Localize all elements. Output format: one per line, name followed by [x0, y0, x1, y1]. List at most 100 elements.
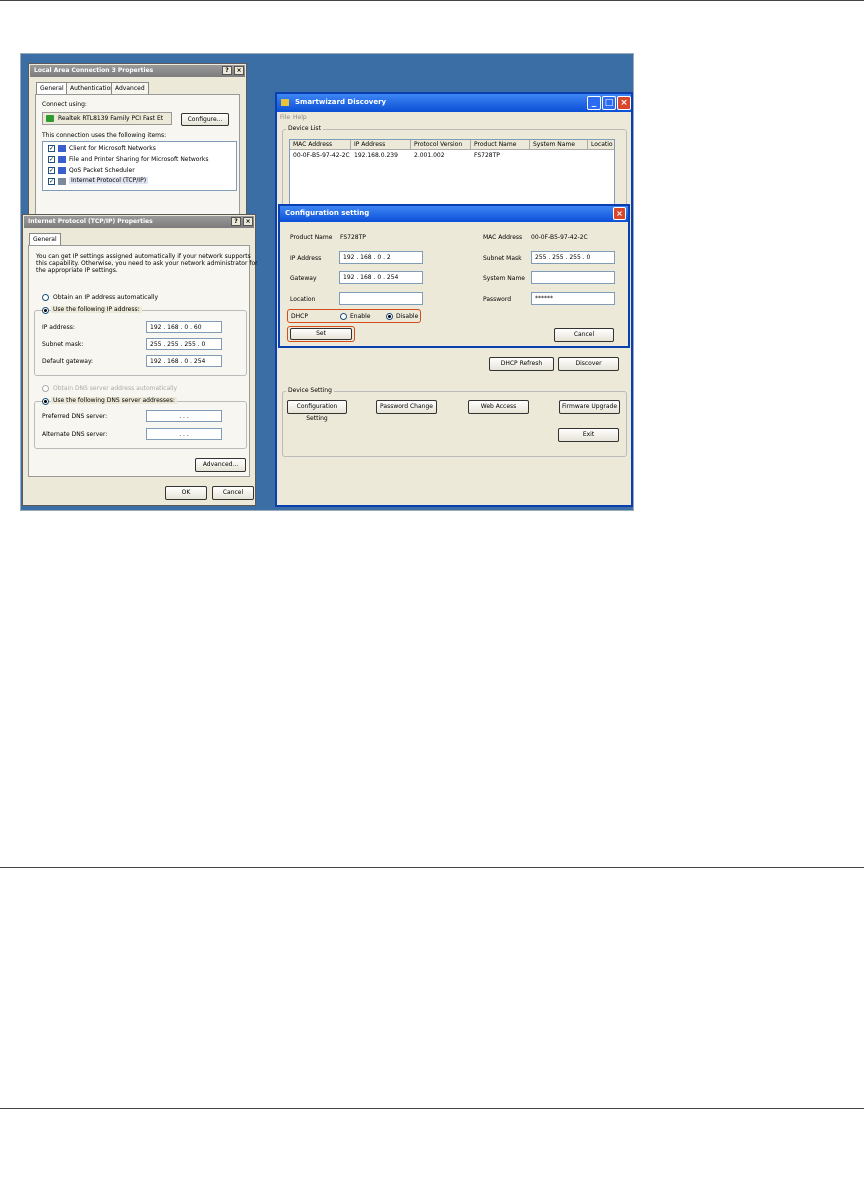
set-button[interactable]: Set: [290, 328, 352, 340]
dhcp-refresh-button[interactable]: DHCP Refresh: [489, 357, 554, 371]
smartwizard-titlebar: Smartwizard Discovery: [277, 94, 631, 112]
connect-using-label: Connect using:: [42, 101, 87, 108]
password-change-button[interactable]: Password Change: [376, 400, 437, 414]
item-file-sharing: File and Printer Sharing for Microsoft N…: [69, 156, 209, 163]
column-ip[interactable]: IP Address: [351, 140, 411, 150]
advanced-button[interactable]: Advanced...: [195, 458, 246, 472]
maximize-button[interactable]: □: [602, 96, 616, 110]
use-following-dns-label: Use the following DNS server addresses:: [51, 397, 177, 404]
top-rule: [0, 0, 864, 1]
item-qos: QoS Packet Scheduler: [69, 167, 135, 174]
default-gateway-input[interactable]: 192 . 168 . 0 . 254: [146, 355, 222, 367]
client-checkbox[interactable]: ✓: [48, 145, 55, 152]
tcpip-properties-window: Internet Protocol (TCP/IP) Properties ? …: [22, 214, 258, 506]
desktop-screenshot: Local Area Connection 3 Properties ? × G…: [20, 53, 634, 511]
configuration-title: Configuration setting: [285, 209, 370, 217]
items-label: This connection uses the following items…: [42, 132, 167, 139]
row-ip: 192.168.0.239: [354, 152, 398, 159]
menu-help[interactable]: Help: [293, 114, 307, 121]
tab-general[interactable]: General: [29, 233, 61, 245]
configuration-setting-button[interactable]: Configuration Setting: [287, 400, 347, 422]
use-following-ip-radio[interactable]: [42, 307, 49, 314]
tab-advanced[interactable]: Advanced: [111, 82, 149, 94]
system-name-label: System Name: [483, 275, 525, 282]
close-button[interactable]: ×: [617, 96, 631, 110]
web-access-button[interactable]: Web Access: [468, 400, 529, 414]
ip-address-input[interactable]: 192 . 168 . 0 . 2: [339, 251, 423, 264]
file-sharing-checkbox[interactable]: ✓: [48, 156, 55, 163]
firmware-upgrade-button[interactable]: Firmware Upgrade: [559, 400, 620, 414]
alternate-dns-input[interactable]: . . .: [146, 428, 222, 440]
obtain-ip-auto-radio[interactable]: [42, 294, 49, 301]
configure-button[interactable]: Configure...: [181, 113, 229, 126]
tcpip-titlebar: Internet Protocol (TCP/IP) Properties: [24, 216, 254, 228]
row-product: FS728TP: [474, 152, 500, 159]
password-input[interactable]: ******: [531, 292, 615, 305]
close-button[interactable]: ×: [243, 217, 253, 226]
ip-address-input[interactable]: 192 . 168 . 0 . 60: [146, 321, 222, 333]
alternate-dns-label: Alternate DNS server:: [42, 431, 108, 438]
default-gateway-label: Default gateway:: [42, 358, 94, 365]
subnet-mask-input[interactable]: 255 . 255 . 255 . 0: [531, 251, 615, 264]
items-list: ✓ Client for Microsoft Networks ✓ File a…: [42, 141, 237, 191]
configuration-setting-dialog: Configuration setting × Product Name FS7…: [278, 204, 630, 348]
client-icon: [58, 145, 66, 152]
column-mac[interactable]: MAC Address: [290, 140, 351, 150]
dhcp-disable-radio[interactable]: [386, 313, 393, 320]
intro-line-1: You can get IP settings assigned automat…: [36, 253, 251, 260]
minimize-button[interactable]: _: [587, 96, 601, 110]
item-tcpip[interactable]: Internet Protocol (TCP/IP): [69, 177, 149, 184]
column-product[interactable]: Product Name: [471, 140, 530, 150]
location-input[interactable]: [339, 292, 423, 305]
mac-address-label: MAC Address: [483, 234, 523, 241]
help-button[interactable]: ?: [231, 217, 241, 226]
gateway-label: Gateway: [290, 275, 317, 282]
menu-file[interactable]: File: [280, 114, 290, 121]
lan-properties-title: Local Area Connection 3 Properties: [34, 67, 154, 74]
ip-address-label: IP address:: [42, 324, 75, 331]
middle-rule: [0, 867, 864, 868]
mac-address-value: 00-0F-B5-97-42-2C: [531, 234, 588, 241]
adapter-name: Realtek RTL8139 Family PCI Fast Et: [58, 115, 164, 122]
configuration-titlebar: Configuration setting: [280, 206, 628, 222]
password-label: Password: [483, 296, 512, 303]
help-button[interactable]: ?: [222, 66, 232, 75]
adapter-field: Realtek RTL8139 Family PCI Fast Et: [42, 112, 172, 125]
cancel-button[interactable]: Cancel: [212, 486, 254, 500]
use-following-ip-label: Use the following IP address:: [51, 306, 142, 313]
subnet-mask-input[interactable]: 255 . 255 . 255 . 0: [146, 338, 222, 350]
ok-button[interactable]: OK: [165, 486, 207, 500]
column-protocol[interactable]: Protocol Version: [411, 140, 471, 150]
obtain-dns-auto-radio[interactable]: [42, 385, 49, 392]
qos-checkbox[interactable]: ✓: [48, 167, 55, 174]
preferred-dns-input[interactable]: . . .: [146, 410, 222, 422]
tab-general[interactable]: General: [36, 82, 68, 94]
close-button[interactable]: ×: [234, 66, 244, 75]
qos-icon: [58, 167, 66, 174]
gateway-input[interactable]: 192 . 168 . 0 . 254: [339, 271, 423, 284]
column-system[interactable]: System Name: [530, 140, 588, 150]
dhcp-disable-label: Disable: [396, 313, 419, 320]
column-location[interactable]: Locatio: [588, 140, 614, 150]
exit-button[interactable]: Exit: [558, 428, 619, 442]
obtain-dns-auto-label: Obtain DNS server address automatically: [53, 385, 178, 392]
intro-line-3: the appropriate IP settings.: [36, 267, 118, 274]
device-setting-label: Device Setting: [286, 387, 334, 394]
product-name-label: Product Name: [290, 234, 333, 241]
dhcp-enable-radio[interactable]: [340, 313, 347, 320]
system-name-input[interactable]: [531, 271, 615, 284]
protocol-icon: [58, 178, 66, 185]
ip-address-label: IP Address: [290, 255, 322, 262]
tcpip-checkbox[interactable]: ✓: [48, 178, 55, 185]
use-following-dns-radio[interactable]: [42, 398, 49, 405]
intro-line-2: this capability. Otherwise, you need to …: [36, 260, 258, 267]
subnet-mask-label: Subnet Mask: [483, 255, 522, 262]
cancel-button[interactable]: Cancel: [554, 328, 614, 342]
discover-button[interactable]: Discover: [558, 357, 619, 371]
smartwizard-title: Smartwizard Discovery: [295, 98, 387, 106]
app-icon: [281, 99, 289, 106]
close-button[interactable]: ×: [613, 207, 626, 220]
item-client: Client for Microsoft Networks: [69, 145, 156, 152]
lan-general-panel: Connect using: Realtek RTL8139 Family PC…: [35, 94, 240, 224]
device-list-table: MAC Address IP Address Protocol Version …: [289, 139, 615, 211]
